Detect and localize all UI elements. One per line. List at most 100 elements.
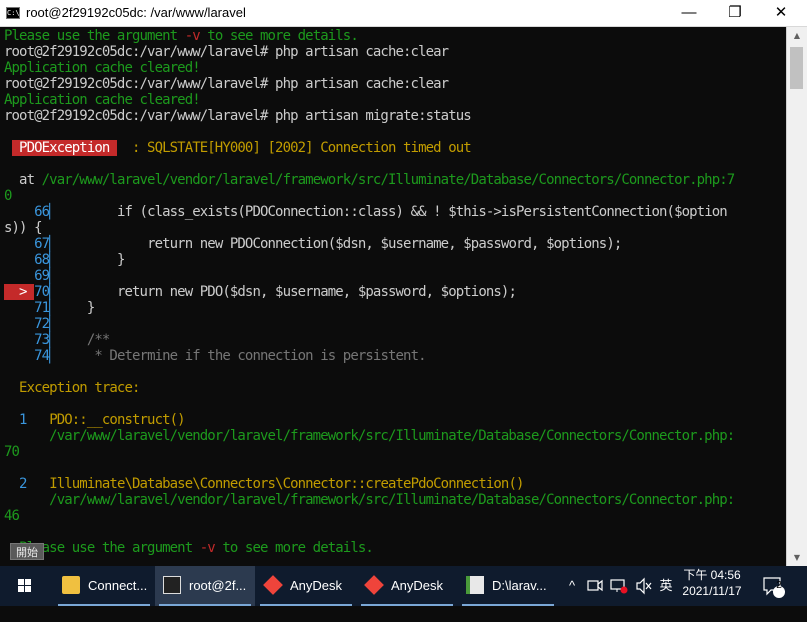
terminal-text-segment: ▏ [49,300,57,316]
terminal-line: 72▏ [4,316,57,332]
terminal-app-icon[interactable]: C:\ [6,7,20,19]
maximize-button[interactable]: ❐ [712,0,758,27]
clock-date: 2021/11/17 [682,584,742,598]
taskbar-button-notepad[interactable]: D:\larav... [458,566,558,606]
tray-network-icon[interactable] [608,566,630,606]
terminal-line: Please use the argument -v to see more d… [4,28,359,44]
windows-logo-icon [18,579,31,592]
terminal-text-segment: : SQLSTATE[HY000] [2002] Connection time… [116,140,472,156]
terminal-text-segment: * Determine if the connection is persist… [56,348,426,364]
terminal-line: root@2f29192c05dc:/var/www/laravel# php … [4,108,472,124]
terminal-output[interactable]: Please use the argument -v to see more d… [0,27,786,566]
terminal-text-segment: /** [56,332,110,348]
taskbar-clock[interactable]: 下午 04:56 2021/11/17 [680,566,744,606]
terminal-text-segment: :7 [719,172,735,188]
notepad-icon [466,576,484,594]
terminal-text-segment: PDO::__construct() [49,412,185,428]
terminal-text-segment: 66 [4,204,50,220]
terminal-text-segment: ▏ [49,348,57,364]
terminal-text-segment: 67 [4,236,50,252]
camera-icon [587,579,603,592]
terminal-text-segment: Illuminate\Database\Connectors\Connector… [49,476,524,492]
terminal-text-segment: -v [184,28,201,44]
scroll-up-arrow-icon[interactable]: ▲ [787,27,807,44]
terminal-line: /var/www/laravel/vendor/laravel/framewor… [4,492,735,508]
terminal-text-segment: ▏ [49,316,57,332]
terminal-text-segment: 71 [4,300,50,316]
terminal-line: 71▏ } [4,300,95,316]
terminal-text-segment: ▏ [49,236,57,252]
terminal-line: 1 PDO::__construct() [4,412,186,428]
minimize-button[interactable]: — [666,0,712,27]
terminal-text-segment: 70 [34,284,50,300]
terminal-line: 46 [4,508,20,524]
terminal-text-segment: Exception trace: [4,380,140,396]
tray-meet-icon[interactable] [585,566,605,606]
terminal-text-segment: Application cache cleared! [4,92,201,108]
taskbar-button-anydesk-2[interactable]: AnyDesk [357,566,457,606]
terminal-text-segment: /var/www/laravel/vendor/laravel/framewor… [4,492,735,508]
close-button[interactable]: ✕ [758,0,804,27]
volume-muted-icon [636,577,652,595]
taskbar-button-terminal[interactable]: root@2f... [155,566,255,606]
vertical-scrollbar[interactable]: ▲ ▼ [786,27,807,566]
terminal-text-segment: Please use the argument [4,28,185,44]
terminal-text-segment: return new PDOConnection($dsn, $username… [56,236,622,252]
terminal-line: 69▏ [4,268,57,284]
tray-chevron-icon[interactable]: ^ [562,566,582,606]
taskbar-label: AnyDesk [391,578,444,593]
tray-volume-icon[interactable] [633,566,655,606]
terminal-text-segment: 68 [4,252,50,268]
terminal-line: /var/www/laravel/vendor/laravel/framewor… [4,428,735,444]
terminal-line: > 70▏ return new PDO($dsn, $username, $p… [4,284,517,300]
taskbar-button-explorer[interactable]: Connect... [54,566,154,606]
terminal-line: Application cache cleared! [4,60,201,76]
terminal-text-segment: > [4,284,35,300]
terminal-text-segment: 69 [4,268,50,284]
terminal-text-segment: s)) { [4,220,43,236]
terminal-text-segment: 2 [4,476,50,492]
terminal-text-segment: 1 [4,412,50,428]
terminal-line: 74▏ * Determine if the connection is per… [4,348,426,364]
terminal-text-segment: Application cache cleared! [4,60,201,76]
terminal-line: 73▏ /** [4,332,110,348]
terminal-icon [163,576,181,594]
terminal-text-segment: ▏ [49,204,57,220]
terminal-text-segment: to see more details. [214,540,373,556]
scroll-thumb[interactable] [790,47,803,89]
terminal-line: 2 Illuminate\Database\Connectors\Connect… [4,476,524,492]
start-button[interactable] [0,566,50,606]
taskbar-button-anydesk-1[interactable]: AnyDesk [256,566,356,606]
scroll-down-arrow-icon[interactable]: ▼ [787,549,807,566]
terminal-text-segment: /var/www/laravel/vendor/laravel/framewor… [4,428,735,444]
folder-icon [62,576,80,594]
terminal-text-segment: at [4,172,42,188]
terminal-line: at /var/www/laravel/vendor/laravel/frame… [4,172,735,188]
terminal-line: Exception trace: [4,380,140,396]
anydesk-icon [364,575,384,595]
terminal-text-segment: 74 [4,348,50,364]
clock-time: 下午 04:56 [683,568,741,582]
terminal-text-segment: PDOException [11,140,117,156]
terminal-line: 70 [4,444,20,460]
tray-ime-language[interactable]: 英 [656,566,676,606]
terminal-line: root@2f29192c05dc:/var/www/laravel# php … [4,76,449,92]
window-title: root@2f29192c05dc: /var/www/laravel [26,5,246,20]
terminal-text-segment: to see more details. [199,28,358,44]
network-icon [610,579,628,594]
terminal-line: 66▏ if (class_exists(PDOConnection::clas… [4,204,728,220]
terminal-text-segment: 0 [4,188,12,204]
terminal-text-segment: 46 [4,508,20,524]
ime-status-indicator: 開始 [10,543,44,560]
terminal-line: root@2f29192c05dc:/var/www/laravel# php … [4,44,449,60]
terminal-text-segment: -v [199,540,216,556]
terminal-text-segment: root@2f29192c05dc:/var/www/laravel# php … [4,108,472,124]
notification-center-button[interactable]: 2 [758,566,788,606]
terminal-text-segment: ▏ [49,252,57,268]
title-bar: C:\ root@2f29192c05dc: /var/www/laravel … [0,0,807,27]
terminal-line: 68▏ } [4,252,125,268]
terminal-text-segment: /var/www/laravel/vendor/laravel/framewor… [41,172,720,188]
taskbar-label: D:\larav... [492,578,547,593]
notification-count-badge: 2 [776,580,782,591]
